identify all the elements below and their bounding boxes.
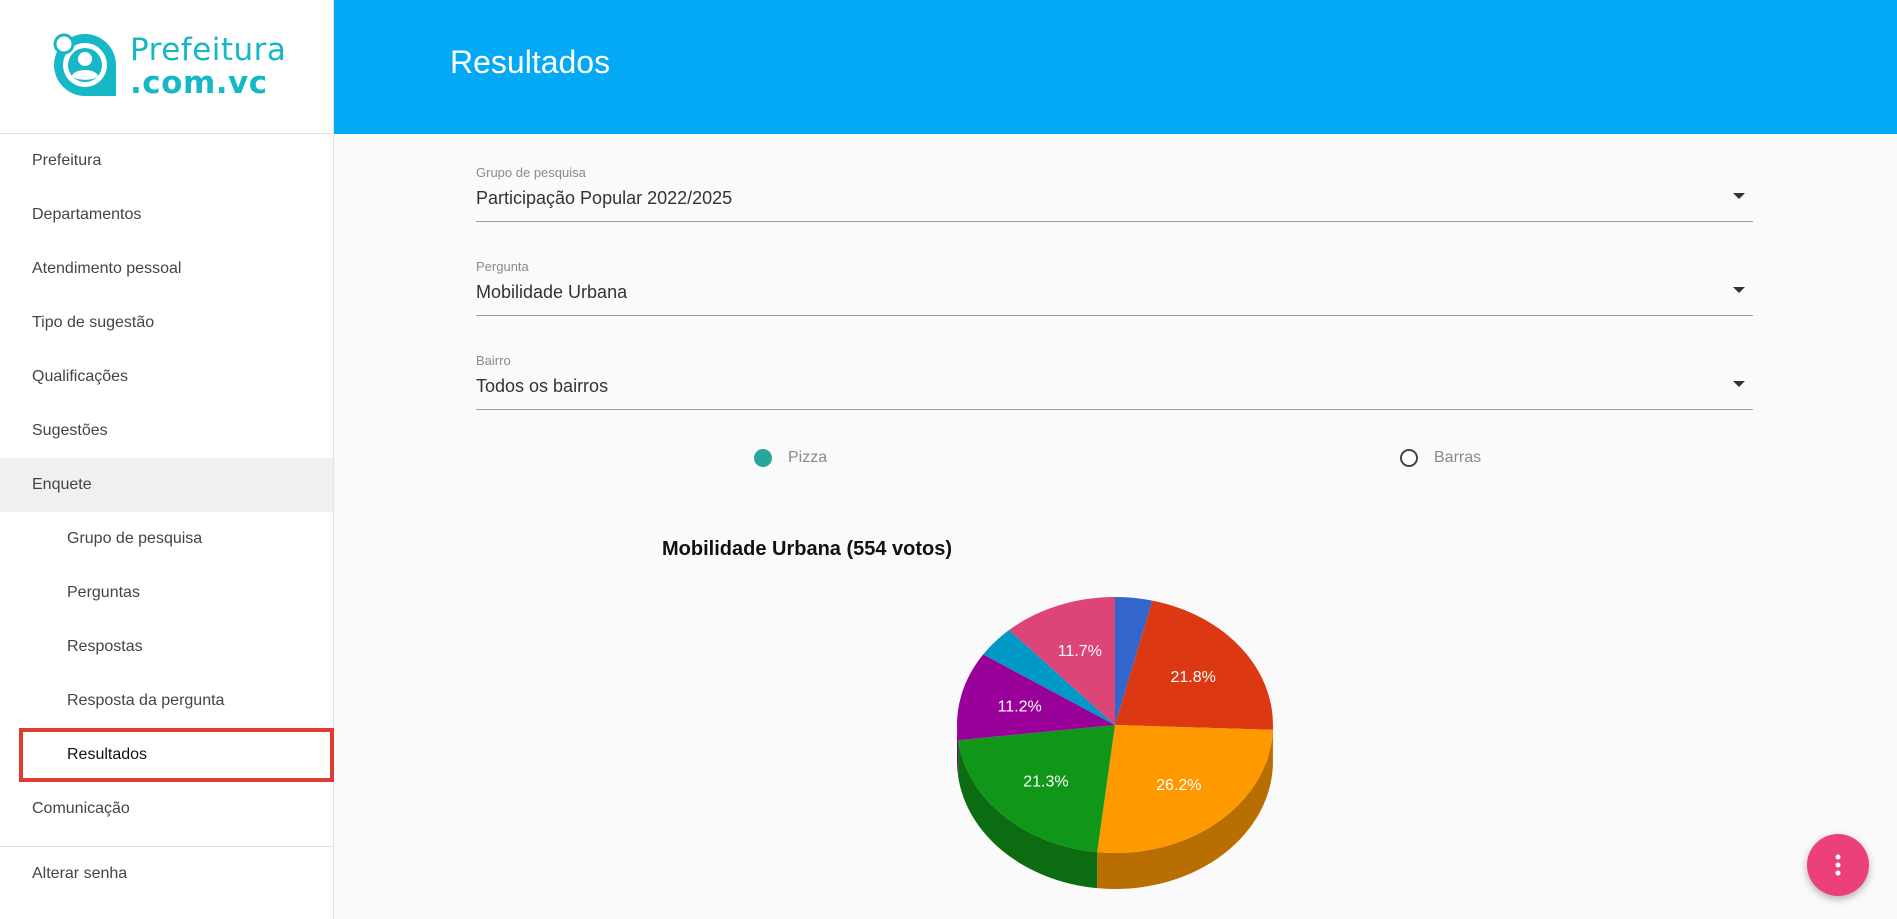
- sidebar-item-qualificacoes[interactable]: Qualificações: [0, 350, 333, 404]
- citizen-logo-icon: [53, 33, 116, 96]
- chart-title: Mobilidade Urbana (554 votos): [662, 538, 953, 560]
- pergunta-label: Pergunta: [476, 259, 529, 274]
- pie-chart: 21.8% 26.2% 21.3% 11.2% 11.7%: [957, 597, 1273, 889]
- sidebar-subitem-perguntas[interactable]: Perguntas: [0, 566, 333, 620]
- bairro-label: Bairro: [476, 353, 511, 368]
- brand-logo[interactable]: Prefeitura .com.vc: [0, 0, 333, 134]
- brand-name: Prefeitura .com.vc: [130, 34, 286, 100]
- brand-line-2: .com.vc: [130, 65, 268, 101]
- sidebar-item-alterar-senha[interactable]: Alterar senha: [0, 847, 333, 901]
- sidebar: Prefeitura .com.vc Prefeitura Departamen…: [0, 0, 334, 919]
- radio-barras-label: Barras: [1434, 449, 1482, 466]
- dropdown-arrow-icon[interactable]: [1733, 381, 1745, 387]
- pie-slice-label: 21.3%: [1023, 773, 1068, 790]
- sidebar-item-atendimento-pessoal[interactable]: Atendimento pessoal: [0, 242, 333, 296]
- brand-line-1: Prefeitura: [130, 32, 287, 68]
- sidebar-nav: Prefeitura Departamentos Atendimento pes…: [0, 134, 334, 836]
- sidebar-subitem-resposta-da-pergunta[interactable]: Resposta da pergunta: [0, 674, 333, 728]
- dropdown-arrow-icon[interactable]: [1733, 193, 1745, 199]
- radio-pizza[interactable]: Pizza: [754, 449, 827, 467]
- pie-slice-label: 21.8%: [1170, 669, 1215, 686]
- sidebar-subitem-grupo-de-pesquisa[interactable]: Grupo de pesquisa: [0, 512, 333, 566]
- sidebar-item-departamentos[interactable]: Departamentos: [0, 188, 333, 242]
- radio-unchecked-icon[interactable]: [1400, 449, 1418, 467]
- sidebar-item-tipo-de-sugestao[interactable]: Tipo de sugestão: [0, 296, 333, 350]
- radio-barras[interactable]: Barras: [1400, 449, 1481, 467]
- dropdown-arrow-icon[interactable]: [1733, 287, 1745, 293]
- grupo-de-pesquisa-value: Participação Popular 2022/2025: [476, 188, 733, 208]
- more-vert-icon: [1835, 854, 1841, 876]
- sidebar-subitem-respostas[interactable]: Respostas: [0, 620, 333, 674]
- sidebar-subitem-resultados[interactable]: Resultados: [19, 728, 334, 782]
- grupo-de-pesquisa-label: Grupo de pesquisa: [476, 165, 586, 180]
- pergunta-value: Mobilidade Urbana: [476, 282, 628, 302]
- sidebar-item-enquete[interactable]: Enquete: [0, 458, 333, 512]
- pie-slice-label: 26.2%: [1156, 777, 1201, 794]
- top-app-bar: Resultados: [334, 0, 1897, 134]
- bairro-select[interactable]: Bairro Todos os bairros: [476, 353, 1753, 410]
- pie-slice-label: 11.7%: [1058, 643, 1102, 660]
- pergunta-select[interactable]: Pergunta Mobilidade Urbana: [476, 259, 1753, 316]
- pie-slice-label: 11.2%: [998, 699, 1042, 716]
- sidebar-item-prefeitura[interactable]: Prefeitura: [0, 134, 333, 188]
- sidebar-item-comunicacao[interactable]: Comunicação: [0, 782, 333, 836]
- radio-checked-icon[interactable]: [754, 449, 772, 467]
- grupo-de-pesquisa-select[interactable]: Grupo de pesquisa Participação Popular 2…: [476, 165, 1753, 222]
- bairro-value: Todos os bairros: [476, 376, 609, 396]
- page-title: Resultados: [450, 44, 611, 80]
- more-options-button[interactable]: [1807, 834, 1869, 896]
- radio-pizza-label: Pizza: [788, 449, 828, 466]
- sidebar-item-sugestoes[interactable]: Sugestões: [0, 404, 333, 458]
